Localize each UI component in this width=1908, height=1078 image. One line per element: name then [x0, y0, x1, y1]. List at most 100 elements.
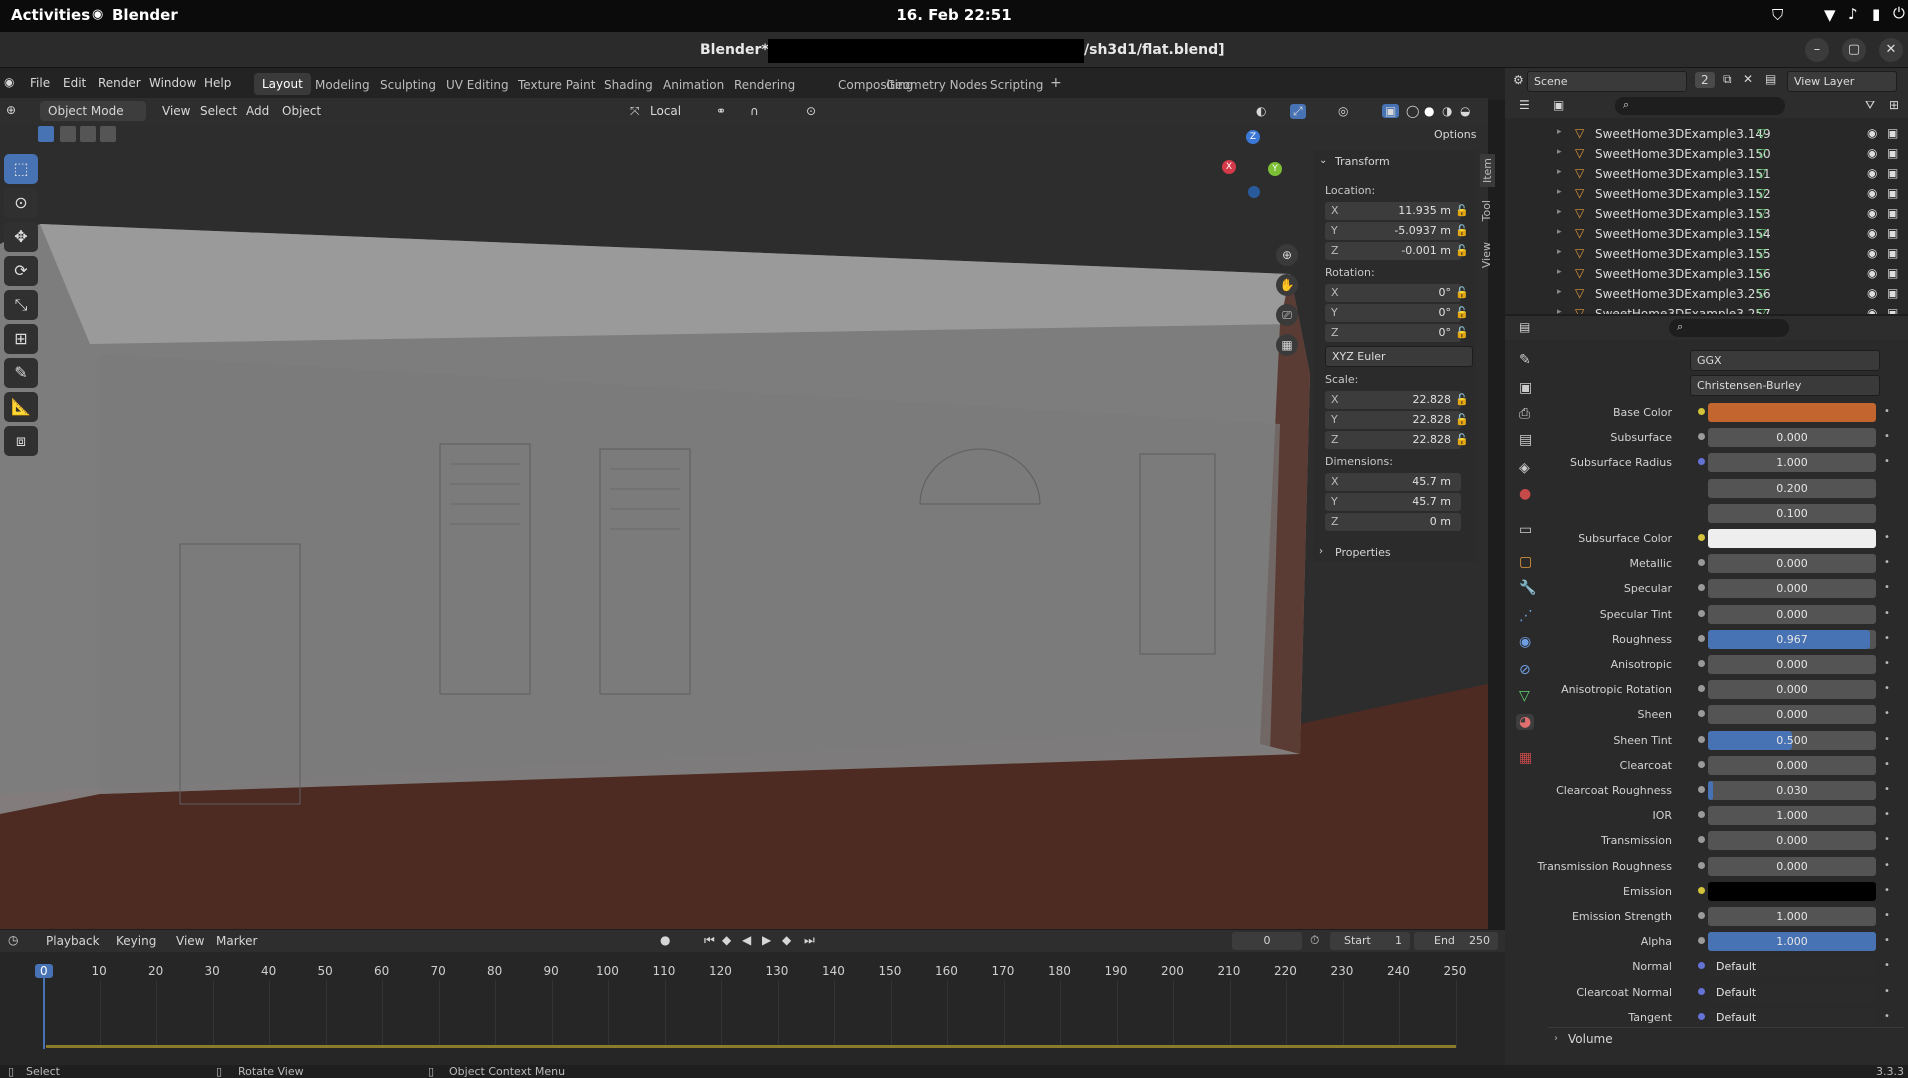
tab-shading[interactable]: Shading: [604, 78, 653, 92]
socket-dot-icon[interactable]: [1698, 584, 1705, 592]
maximize-button[interactable]: ▢: [1842, 38, 1866, 62]
material-shading-icon[interactable]: ◑: [1442, 104, 1452, 118]
transform-panel-title[interactable]: Transform: [1335, 155, 1390, 168]
scene-users[interactable]: 2: [1695, 72, 1715, 88]
mesh-data-icon[interactable]: ▽: [1757, 166, 1766, 180]
tab-uv-editing[interactable]: UV Editing: [446, 78, 509, 92]
prev-keyframe-icon[interactable]: ◆: [722, 933, 731, 947]
next-keyframe-icon[interactable]: ◆: [782, 933, 791, 947]
color-swatch[interactable]: [1708, 403, 1876, 422]
select-extend-icon[interactable]: [60, 126, 76, 142]
xray-icon[interactable]: ▣: [1382, 104, 1400, 118]
keyframe-dot-icon[interactable]: •: [1884, 960, 1890, 971]
socket-dot-icon[interactable]: [1698, 786, 1705, 793]
gizmo-icon[interactable]: ⤢: [1290, 104, 1306, 119]
new-collection-icon[interactable]: ⊞: [1889, 98, 1899, 112]
value-field[interactable]: 0.000: [1708, 755, 1876, 775]
menu-timeline-view[interactable]: View: [176, 934, 204, 948]
color-swatch[interactable]: [1708, 529, 1876, 548]
value-field[interactable]: 0.000: [1708, 554, 1876, 574]
outliner-row[interactable]: ▸ ▽ SweetHome3DExample3.151 ▽ ◉ ▣: [1505, 164, 1908, 184]
select-subtract-icon[interactable]: [80, 126, 96, 142]
shield-icon[interactable]: ⛉: [1772, 6, 1783, 24]
keyframe-dot-icon[interactable]: •: [1884, 683, 1890, 694]
object-name[interactable]: SweetHome3DExample3.256: [1595, 287, 1771, 301]
properties-search-input[interactable]: ⌕: [1669, 319, 1789, 337]
zoom-icon[interactable]: ⊕: [1276, 244, 1298, 266]
tab-scripting[interactable]: Scripting: [990, 78, 1043, 92]
socket-dot-icon[interactable]: [1698, 660, 1705, 667]
visibility-icon[interactable]: ◐: [1256, 104, 1266, 118]
value-field[interactable]: 1.000: [1708, 806, 1876, 826]
outliner-row[interactable]: ▸ ▽ SweetHome3DExample3.153 ▽ ◉ ▣: [1505, 204, 1908, 224]
view-layer-icon[interactable]: ▤: [1765, 72, 1776, 86]
socket-dot-icon[interactable]: [1698, 937, 1705, 945]
outliner-row[interactable]: ▸ ▽ SweetHome3DExample3.155 ▽ ◉ ▣: [1505, 244, 1908, 264]
eye-icon[interactable]: ◉: [1867, 246, 1877, 260]
dimensions-y-field[interactable]: Y 45.7 m: [1325, 493, 1461, 511]
value-field[interactable]: 1.000: [1708, 932, 1876, 952]
value-field[interactable]: 0.000: [1708, 655, 1876, 674]
expand-arrow-icon[interactable]: ▸: [1557, 227, 1562, 237]
clock[interactable]: 16. Feb 22:51: [0, 6, 1908, 24]
camera-icon[interactable]: ▣: [1887, 226, 1898, 240]
camera-view-icon[interactable]: ⎚: [1276, 304, 1298, 326]
keyframe-dot-icon[interactable]: •: [1884, 1011, 1890, 1022]
lock-icon[interactable]: 🔓: [1455, 224, 1469, 237]
keyframe-dot-icon[interactable]: •: [1884, 557, 1890, 568]
tab-rendering[interactable]: Rendering: [734, 78, 795, 92]
scale-x-field[interactable]: X 22.828: [1325, 391, 1461, 409]
keyframe-dot-icon[interactable]: •: [1884, 608, 1890, 619]
eye-icon[interactable]: ◉: [1867, 206, 1877, 220]
keyframe-dot-icon[interactable]: •: [1884, 532, 1890, 543]
socket-dot-icon[interactable]: [1698, 710, 1705, 718]
lock-icon[interactable]: 🔓: [1455, 204, 1469, 217]
keyframe-dot-icon[interactable]: •: [1884, 431, 1890, 442]
menu-view[interactable]: View: [162, 104, 190, 118]
socket-dot-icon[interactable]: [1698, 458, 1705, 466]
stopwatch-icon[interactable]: ⏱: [1310, 933, 1319, 948]
tab-texture-paint[interactable]: Texture Paint: [518, 78, 595, 92]
menu-add[interactable]: Add: [246, 104, 269, 118]
scene-icon[interactable]: ⚙: [1513, 73, 1524, 87]
expand-arrow-icon[interactable]: ▸: [1557, 247, 1562, 257]
tab-view[interactable]: View: [1480, 242, 1493, 268]
socket-dot-icon[interactable]: [1698, 735, 1705, 743]
object-name[interactable]: SweetHome3DExample3.150: [1595, 147, 1771, 161]
overlay-icon[interactable]: ◎: [1338, 104, 1348, 118]
volume-panel[interactable]: › Volume: [1548, 1027, 1904, 1049]
value-field[interactable]: Default: [1708, 1007, 1876, 1027]
scale-z-field[interactable]: Z 22.828: [1325, 431, 1461, 449]
menu-playback[interactable]: Playback: [46, 934, 100, 948]
keyframe-dot-icon[interactable]: •: [1884, 759, 1890, 770]
value-field[interactable]: 0.000: [1708, 831, 1876, 851]
keyframe-dot-icon[interactable]: •: [1884, 708, 1890, 719]
value-field[interactable]: 0.000: [1708, 604, 1876, 624]
expand-arrow-icon[interactable]: ▸: [1557, 307, 1562, 314]
camera-icon[interactable]: ▣: [1887, 206, 1898, 220]
value-field[interactable]: 0.030: [1708, 781, 1876, 800]
camera-icon[interactable]: ▣: [1887, 246, 1898, 260]
tab-animation[interactable]: Animation: [663, 78, 724, 92]
scale-y-field[interactable]: Y 22.828: [1325, 411, 1461, 429]
eye-icon[interactable]: ◉: [1867, 266, 1877, 280]
outliner-row[interactable]: ▸ ▽ SweetHome3DExample3.156 ▽ ◉ ▣: [1505, 264, 1908, 284]
pivot-icon[interactable]: ⚭: [716, 104, 726, 118]
value-field[interactable]: 0.100: [1708, 503, 1876, 523]
move-tool-icon[interactable]: ✥: [4, 222, 38, 252]
keyframe-dot-icon[interactable]: •: [1884, 406, 1890, 417]
eye-icon[interactable]: ◉: [1867, 166, 1877, 180]
filter-icon[interactable]: ⛛: [1865, 98, 1875, 113]
properties-panel-title[interactable]: Properties: [1335, 546, 1391, 559]
value-field[interactable]: 0.000: [1708, 705, 1876, 725]
outliner-row[interactable]: ▸ ▽ SweetHome3DExample3.257 ▽ ◉ ▣: [1505, 304, 1908, 314]
distribution-select[interactable]: GGX: [1690, 350, 1880, 371]
mesh-data-icon[interactable]: ▽: [1757, 226, 1766, 240]
neg-z-axis-icon[interactable]: [1248, 186, 1260, 198]
3d-viewport[interactable]: Z X Y ⊕ ✋ ⎚ ▦ Options: [0, 124, 1488, 929]
current-frame-field[interactable]: 0: [1232, 932, 1302, 950]
scene-selector[interactable]: Scene: [1527, 71, 1687, 92]
transform-tool-icon[interactable]: ⊞: [4, 324, 38, 354]
mesh-data-icon[interactable]: ▽: [1757, 246, 1766, 260]
outliner-row[interactable]: ▸ ▽ SweetHome3DExample3.150 ▽ ◉ ▣: [1505, 144, 1908, 164]
